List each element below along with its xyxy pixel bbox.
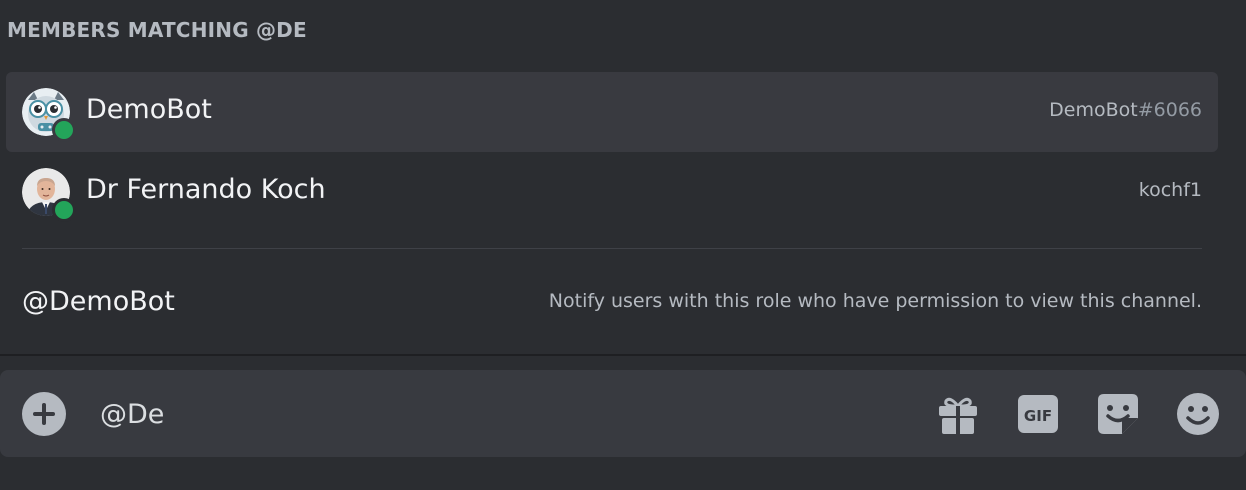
gif-icon[interactable]: GIF: [1016, 392, 1060, 436]
role-description: Notify users with this role who have per…: [548, 290, 1202, 312]
mention-autocomplete-popup: MEMBERS MATCHING @DE DemoBot DemoBot#606…: [0, 0, 1246, 355]
plus-icon[interactable]: [22, 392, 66, 436]
member-row-demobot[interactable]: DemoBot DemoBot#6066: [6, 72, 1218, 152]
member-username: kochf1: [1138, 179, 1202, 201]
role-row-demobot[interactable]: @DemoBot Notify users with this role who…: [6, 262, 1218, 342]
autocomplete-header: MEMBERS MATCHING @DE: [7, 18, 307, 42]
gift-icon[interactable]: [936, 392, 980, 436]
online-status-dot: [52, 118, 76, 142]
message-input[interactable]: [100, 394, 880, 434]
member-display-name: Dr Fernando Koch: [86, 174, 326, 205]
member-username-text: DemoBot: [1049, 99, 1138, 121]
member-username: DemoBot#6066: [1049, 99, 1202, 121]
role-name: @DemoBot: [22, 286, 175, 317]
online-status-dot: [52, 198, 76, 222]
message-composer: GIF: [0, 370, 1246, 457]
emoji-icon[interactable]: [1176, 392, 1220, 436]
popup-separator: [0, 354, 1246, 356]
member-row-dr-fernando-koch[interactable]: Dr Fernando Koch kochf1: [6, 152, 1218, 232]
member-display-name: DemoBot: [86, 94, 212, 125]
member-discriminator: #6066: [1137, 99, 1202, 121]
sticker-icon[interactable]: [1096, 392, 1140, 436]
section-divider: [22, 248, 1202, 249]
svg-text:GIF: GIF: [1024, 407, 1052, 425]
